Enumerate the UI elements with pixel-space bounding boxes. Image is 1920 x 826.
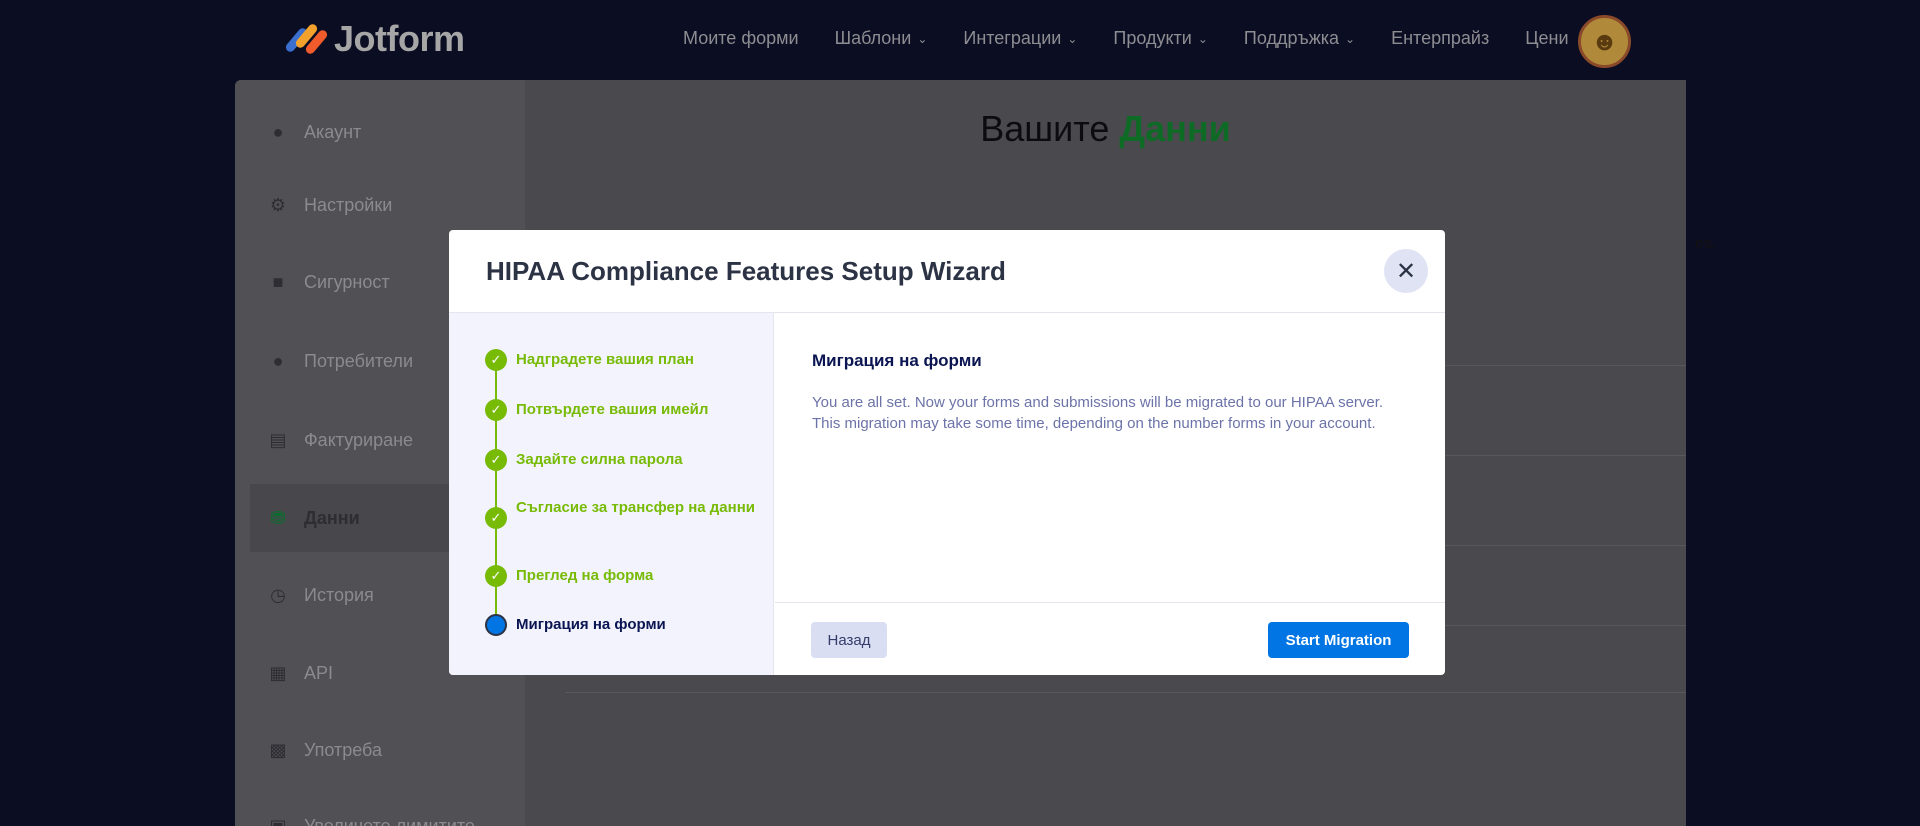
main-nav: Моите форми Шаблони ⌄ Интеграции ⌄ Продукт… <box>683 28 1569 49</box>
current-step-dot-icon <box>485 614 507 636</box>
check-icon: ✓ <box>485 507 507 529</box>
back-button[interactable]: Назад <box>811 622 887 658</box>
step-description: You are all set. Now your forms and subm… <box>812 394 1384 432</box>
sidebar-item-upgrade-limits[interactable]: ▣ Увеличете лимитите <box>250 792 525 826</box>
step-detail: Миграция на форми You are all set. Now y… <box>775 313 1445 675</box>
check-icon: ✓ <box>485 449 507 471</box>
nav-pricing[interactable]: Цени <box>1525 28 1568 49</box>
chevron-down-icon: ⌄ <box>917 31 928 46</box>
avatar[interactable]: ☻ <box>1578 15 1631 68</box>
gift-icon: ▣ <box>269 815 287 826</box>
lock-icon: ■ <box>272 271 284 292</box>
database-icon: ⛃ <box>270 507 286 528</box>
background-text-fragment: es. <box>1695 235 1717 252</box>
wizard-step: ✓ Потвърдете вашия имейл <box>485 399 755 421</box>
modal-title: HIPAA Compliance Features Setup Wizard <box>486 256 1006 286</box>
logo-text: Jotform <box>334 18 465 59</box>
top-navigation-bar: Jotform Моите форми Шаблони ⌄ Интеграции ⌄… <box>0 0 1920 80</box>
check-icon: ✓ <box>485 349 507 371</box>
modal-header: HIPAA Compliance Features Setup Wizard ✕ <box>449 230 1445 313</box>
divider <box>565 692 1686 693</box>
wizard-step: ✓ Надградете вашия план <box>485 349 755 371</box>
check-icon: ✓ <box>485 565 507 587</box>
nav-templates[interactable]: Шаблони ⌄ <box>835 28 928 49</box>
nav-enterprise[interactable]: Ентерпрайз <box>1391 28 1489 49</box>
chevron-down-icon: ⌄ <box>1197 31 1208 46</box>
nav-support[interactable]: Поддръжка ⌄ <box>1244 28 1355 49</box>
chevron-down-icon: ⌄ <box>1345 31 1356 46</box>
nav-my-forms[interactable]: Моите форми <box>683 28 799 49</box>
wizard-steps: ✓ Надградете вашия план ✓ Потвърдете ваш… <box>449 313 774 675</box>
jotform-logo-icon <box>284 20 329 58</box>
step-title: Миграция на форми <box>812 351 982 370</box>
hipaa-setup-wizard-modal: HIPAA Compliance Features Setup Wizard ✕… <box>449 230 1445 675</box>
start-migration-button[interactable]: Start Migration <box>1268 622 1409 658</box>
check-icon: ✓ <box>485 399 507 421</box>
usage-chart-icon: ▩ <box>269 739 287 760</box>
sidebar-item-settings[interactable]: ⚙ Настройки <box>250 171 525 239</box>
users-icon: ● <box>272 350 284 371</box>
invoice-icon: ▤ <box>269 429 287 450</box>
nav-integrations[interactable]: Интеграции ⌄ <box>963 28 1077 49</box>
wizard-step-current: Миграция на форми <box>485 614 755 636</box>
wizard-step: ✓ Задайте силна парола <box>485 449 755 471</box>
wizard-step: ✓ Съгласие за трансфер на данни <box>485 497 755 529</box>
page-title: Вашите Данни <box>980 108 1231 149</box>
sidebar-item-usage[interactable]: ▩ Употреба <box>250 716 525 784</box>
gear-icon: ⚙ <box>269 194 287 215</box>
close-button[interactable]: ✕ <box>1384 249 1428 293</box>
wizard-step: ✓ Преглед на форма <box>485 565 755 587</box>
api-icon: ▦ <box>269 662 287 683</box>
jotform-logo[interactable]: Jotform <box>284 18 465 60</box>
nav-products[interactable]: Продукти ⌄ <box>1113 28 1208 49</box>
sidebar-item-account[interactable]: ● Акаунт <box>250 98 525 166</box>
close-icon: ✕ <box>1395 257 1417 285</box>
chevron-down-icon: ⌄ <box>1067 31 1078 46</box>
history-icon: ◷ <box>270 584 286 605</box>
user-icon: ● <box>272 121 284 142</box>
modal-footer: Назад Start Migration <box>775 602 1445 675</box>
